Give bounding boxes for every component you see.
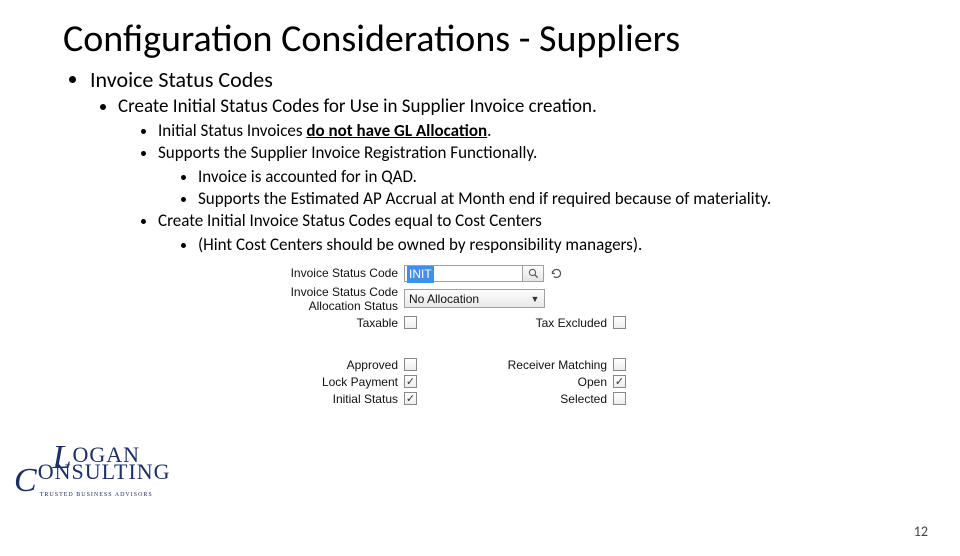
lookup-button[interactable] xyxy=(522,265,544,282)
label-invoice-status-code: Invoice Status Code xyxy=(278,266,404,280)
bullet-l2: Create Initial Status Codes for Use in S… xyxy=(118,95,960,257)
label-allocation-status: Invoice Status Code Allocation Status xyxy=(278,285,404,313)
magnifier-icon xyxy=(528,268,539,279)
bullet-l3a-pre: Initial Status Invoices xyxy=(158,120,306,141)
label-lock-payment: Lock Payment xyxy=(278,375,404,389)
form-group-1: Invoice Status Code INIT Invoice Status … xyxy=(278,265,960,330)
bullet-l4c: (Hint Cost Centers should be owned by re… xyxy=(198,234,960,256)
label-approved: Approved xyxy=(278,358,404,372)
chevron-down-icon: ▼ xyxy=(528,294,542,304)
check-icon: ✓ xyxy=(406,375,415,388)
taxable-checkbox[interactable] xyxy=(404,316,417,329)
bullet-l3b: Supports the Supplier Invoice Registrati… xyxy=(158,142,960,210)
lock-payment-checkbox[interactable]: ✓ xyxy=(404,375,417,388)
bullet-l3c-text: Create Initial Invoice Status Codes equa… xyxy=(158,210,542,231)
bullet-l3b-text: Supports the Supplier Invoice Registrati… xyxy=(158,142,537,163)
tax-excluded-checkbox[interactable] xyxy=(613,316,626,329)
open-checkbox[interactable]: ✓ xyxy=(613,375,626,388)
bullet-l4b: Supports the Estimated AP Accrual at Mon… xyxy=(198,188,960,210)
refresh-icon xyxy=(550,267,563,280)
selected-checkbox[interactable] xyxy=(613,392,626,405)
check-icon: ✓ xyxy=(615,375,624,388)
label-tax-excluded: Tax Excluded xyxy=(487,316,613,330)
invoice-status-code-input[interactable]: INIT xyxy=(404,265,522,282)
receiver-matching-checkbox[interactable] xyxy=(613,358,626,371)
bullet-l1: Invoice Status Codes Create Initial Stat… xyxy=(90,66,960,257)
form-group-2: Approved Receiver Matching Lock Payment … xyxy=(278,358,960,406)
label-taxable: Taxable xyxy=(278,316,404,330)
bullet-l1-text: Invoice Status Codes xyxy=(90,66,273,93)
label-open: Open xyxy=(487,375,613,389)
bullet-l3c: Create Initial Invoice Status Codes equa… xyxy=(158,210,960,256)
logan-consulting-logo: LOGAN CONSULTING TRUSTED BUSINESS ADVISO… xyxy=(22,445,171,498)
bullet-l3a: Initial Status Invoices do not have GL A… xyxy=(158,120,960,142)
label-initial-status: Initial Status xyxy=(278,392,404,406)
refresh-button[interactable] xyxy=(550,267,563,280)
page-number: 12 xyxy=(914,523,928,540)
logo-line2: ONSULTING xyxy=(38,459,171,484)
check-icon: ✓ xyxy=(406,392,415,405)
slide: Configuration Considerations - Suppliers… xyxy=(0,16,960,556)
label-receiver-matching: Receiver Matching xyxy=(487,358,613,372)
logo-tagline: TRUSTED BUSINESS ADVISORS xyxy=(22,492,171,498)
invoice-status-code-value: INIT xyxy=(407,266,434,283)
bullet-l4a: Invoice is accounted for in QAD. xyxy=(198,166,960,188)
allocation-status-select[interactable]: No Allocation ▼ xyxy=(404,289,545,308)
approved-checkbox[interactable] xyxy=(404,358,417,371)
initial-status-checkbox[interactable]: ✓ xyxy=(404,392,417,405)
slide-title: Configuration Considerations - Suppliers xyxy=(63,16,960,62)
label-selected: Selected xyxy=(487,392,613,406)
bullet-list: Invoice Status Codes Create Initial Stat… xyxy=(90,66,960,257)
bullet-l3a-post: . xyxy=(487,120,491,141)
allocation-status-value: No Allocation xyxy=(409,292,479,306)
bullet-l2-text: Create Initial Status Codes for Use in S… xyxy=(118,95,597,118)
bullet-l3a-emph: do not have GL Allocation xyxy=(306,120,487,141)
